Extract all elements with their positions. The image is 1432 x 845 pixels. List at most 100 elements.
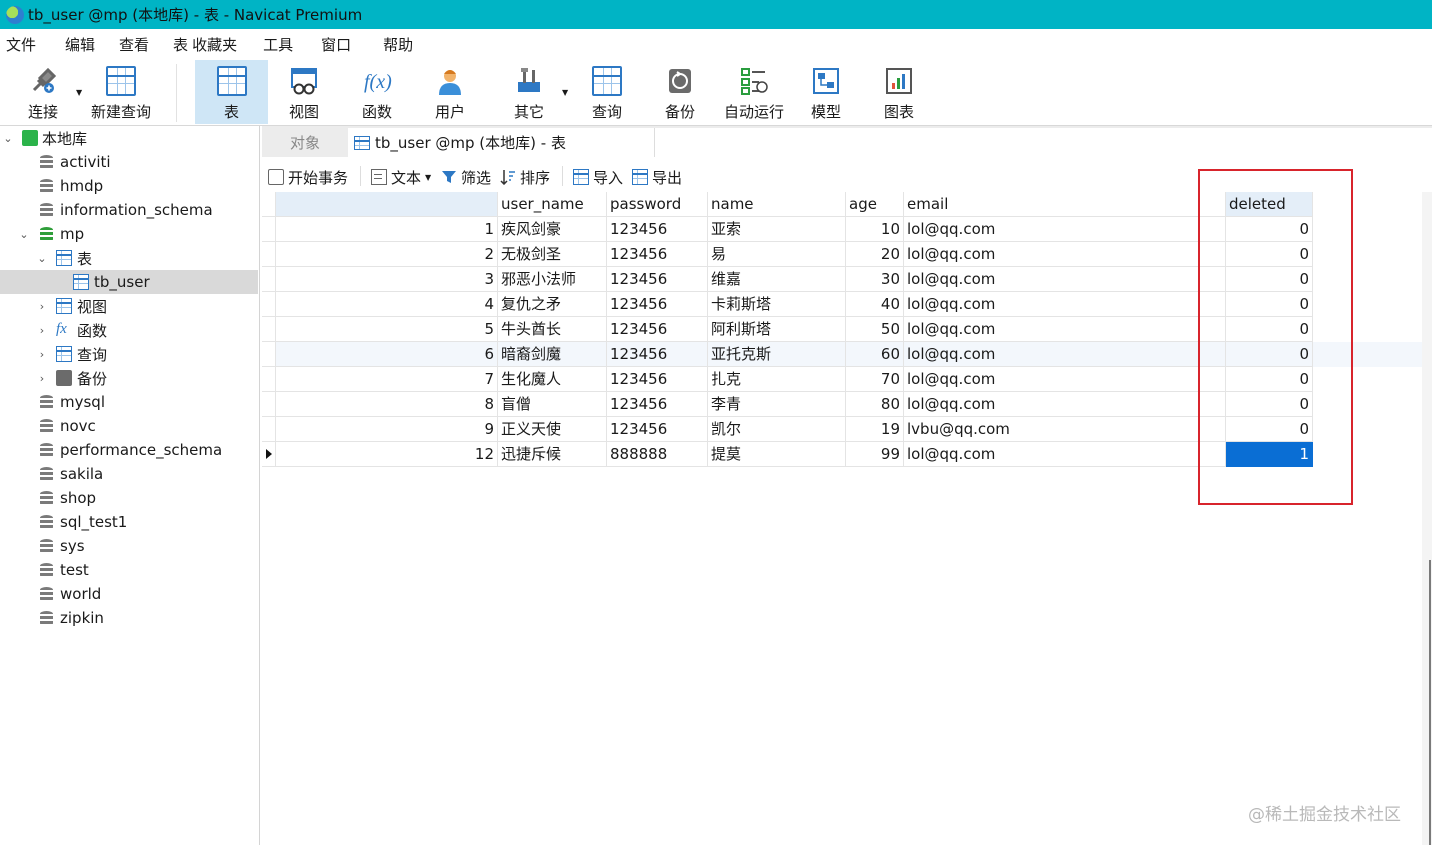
- cell-email[interactable]: lvbu@qq.com: [904, 417, 1226, 442]
- chevron-right-icon[interactable]: ›: [36, 300, 48, 313]
- tree-db-performance-schema[interactable]: performance_schema: [0, 438, 258, 462]
- tree-db-activiti[interactable]: activiti: [0, 150, 258, 174]
- row-selector[interactable]: [262, 217, 276, 242]
- other-dropdown-icon[interactable]: ▼: [562, 88, 568, 97]
- cell-password[interactable]: 123456: [607, 367, 708, 392]
- cell-password[interactable]: 888888: [607, 442, 708, 467]
- cell-user-name[interactable]: 盲僧: [498, 392, 607, 417]
- chart-button[interactable]: 图表: [868, 60, 930, 124]
- cell-user-name[interactable]: 暗裔剑魔: [498, 342, 607, 367]
- filter-button[interactable]: 筛选: [441, 166, 491, 188]
- menu-file[interactable]: 文件: [0, 34, 42, 55]
- cell-user-name[interactable]: 疾风剑豪: [498, 217, 607, 242]
- tree-db-information-schema[interactable]: information_schema: [0, 198, 258, 222]
- begin-transaction-button[interactable]: 开始事务: [268, 166, 348, 188]
- cell-id[interactable]: 3: [276, 267, 498, 292]
- cell-name[interactable]: 阿利斯塔: [708, 317, 846, 342]
- tree-table-tb-user[interactable]: tb_user: [0, 270, 258, 294]
- column-header-id[interactable]: [276, 192, 498, 217]
- other-button[interactable]: 其它: [497, 60, 561, 124]
- cell-name[interactable]: 亚托克斯: [708, 342, 846, 367]
- cell-email[interactable]: lol@qq.com: [904, 267, 1226, 292]
- menu-view[interactable]: 查看: [113, 34, 155, 55]
- row-selector[interactable]: [262, 292, 276, 317]
- tree-db-test[interactable]: test: [0, 558, 258, 582]
- tree-db-sakila[interactable]: sakila: [0, 462, 258, 486]
- cell-age[interactable]: 20: [846, 242, 904, 267]
- cell-age[interactable]: 40: [846, 292, 904, 317]
- row-selector[interactable]: [262, 417, 276, 442]
- chevron-down-icon[interactable]: ⌄: [36, 252, 48, 265]
- column-header-deleted[interactable]: deleted: [1226, 192, 1313, 217]
- cell-id[interactable]: 4: [276, 292, 498, 317]
- cell-password[interactable]: 123456: [607, 392, 708, 417]
- row-selector[interactable]: [262, 392, 276, 417]
- cell-deleted[interactable]: 0: [1226, 267, 1313, 292]
- tree-tables-folder[interactable]: ⌄ 表: [0, 246, 258, 270]
- cell-user-name[interactable]: 无极剑圣: [498, 242, 607, 267]
- cell-id[interactable]: 12: [276, 442, 498, 467]
- column-header-password[interactable]: password: [607, 192, 708, 217]
- cell-id[interactable]: 9: [276, 417, 498, 442]
- cell-deleted[interactable]: 0: [1226, 292, 1313, 317]
- import-button[interactable]: 导入: [573, 166, 623, 188]
- cell-age[interactable]: 30: [846, 267, 904, 292]
- table-button[interactable]: 表: [195, 60, 268, 124]
- cell-email[interactable]: lol@qq.com: [904, 217, 1226, 242]
- cell-email[interactable]: lol@qq.com: [904, 392, 1226, 417]
- cell-id[interactable]: 6: [276, 342, 498, 367]
- tab-tb-user[interactable]: tb_user @mp (本地库) - 表: [348, 128, 654, 157]
- sort-button[interactable]: 排序: [500, 166, 550, 188]
- tree-db-mp[interactable]: ⌄ mp: [0, 222, 258, 246]
- cell-password[interactable]: 123456: [607, 242, 708, 267]
- cell-user-name[interactable]: 邪恶小法师: [498, 267, 607, 292]
- tree-queries-folder[interactable]: › 查询: [0, 342, 258, 366]
- cell-id[interactable]: 5: [276, 317, 498, 342]
- cell-name[interactable]: 凯尔: [708, 417, 846, 442]
- menu-help[interactable]: 帮助: [377, 34, 419, 55]
- cell-id[interactable]: 7: [276, 367, 498, 392]
- function-button[interactable]: f(x) 函数: [344, 60, 410, 124]
- cell-age[interactable]: 50: [846, 317, 904, 342]
- row-selector[interactable]: [262, 242, 276, 267]
- tree-db-shop[interactable]: shop: [0, 486, 258, 510]
- autorun-button[interactable]: 自动运行: [718, 60, 790, 124]
- tree-db-sys[interactable]: sys: [0, 534, 258, 558]
- tree-backups-folder[interactable]: › 备份: [0, 366, 258, 390]
- row-selector[interactable]: [262, 317, 276, 342]
- cell-name[interactable]: 维嘉: [708, 267, 846, 292]
- user-button[interactable]: 用户: [418, 60, 482, 124]
- tree-views-folder[interactable]: › 视图: [0, 294, 258, 318]
- cell-user-name[interactable]: 迅捷斥候: [498, 442, 607, 467]
- cell-name[interactable]: 亚索: [708, 217, 846, 242]
- chevron-right-icon[interactable]: ›: [36, 348, 48, 361]
- cell-age[interactable]: 60: [846, 342, 904, 367]
- cell-deleted[interactable]: 1: [1226, 442, 1313, 467]
- chevron-down-icon[interactable]: ⌄: [18, 228, 30, 241]
- row-selector[interactable]: [262, 367, 276, 392]
- cell-id[interactable]: 8: [276, 392, 498, 417]
- cell-email[interactable]: lol@qq.com: [904, 342, 1226, 367]
- column-header-user-name[interactable]: user_name: [498, 192, 607, 217]
- cell-password[interactable]: 123456: [607, 342, 708, 367]
- column-header-age[interactable]: age: [846, 192, 904, 217]
- tree-functions-folder[interactable]: › fx 函数: [0, 318, 258, 342]
- tab-objects[interactable]: 对象: [262, 128, 348, 157]
- export-button[interactable]: 导出: [632, 166, 682, 188]
- text-view-button[interactable]: 文本 ▼: [371, 166, 431, 188]
- tree-db-novc[interactable]: novc: [0, 414, 258, 438]
- new-query-button[interactable]: 新建查询: [88, 60, 154, 124]
- menu-favorites[interactable]: 收藏夹: [186, 34, 243, 55]
- cell-name[interactable]: 提莫: [708, 442, 846, 467]
- cell-user-name[interactable]: 牛头酋长: [498, 317, 607, 342]
- cell-id[interactable]: 1: [276, 217, 498, 242]
- scrollbar-thumb[interactable]: [1429, 560, 1431, 845]
- cell-user-name[interactable]: 生化魔人: [498, 367, 607, 392]
- cell-id[interactable]: 2: [276, 242, 498, 267]
- backup-button[interactable]: 备份: [648, 60, 712, 124]
- cell-user-name[interactable]: 正义天使: [498, 417, 607, 442]
- column-header-name[interactable]: name: [708, 192, 846, 217]
- dropdown-icon[interactable]: ▼: [425, 173, 431, 182]
- cell-deleted[interactable]: 0: [1226, 367, 1313, 392]
- cell-name[interactable]: 卡莉斯塔: [708, 292, 846, 317]
